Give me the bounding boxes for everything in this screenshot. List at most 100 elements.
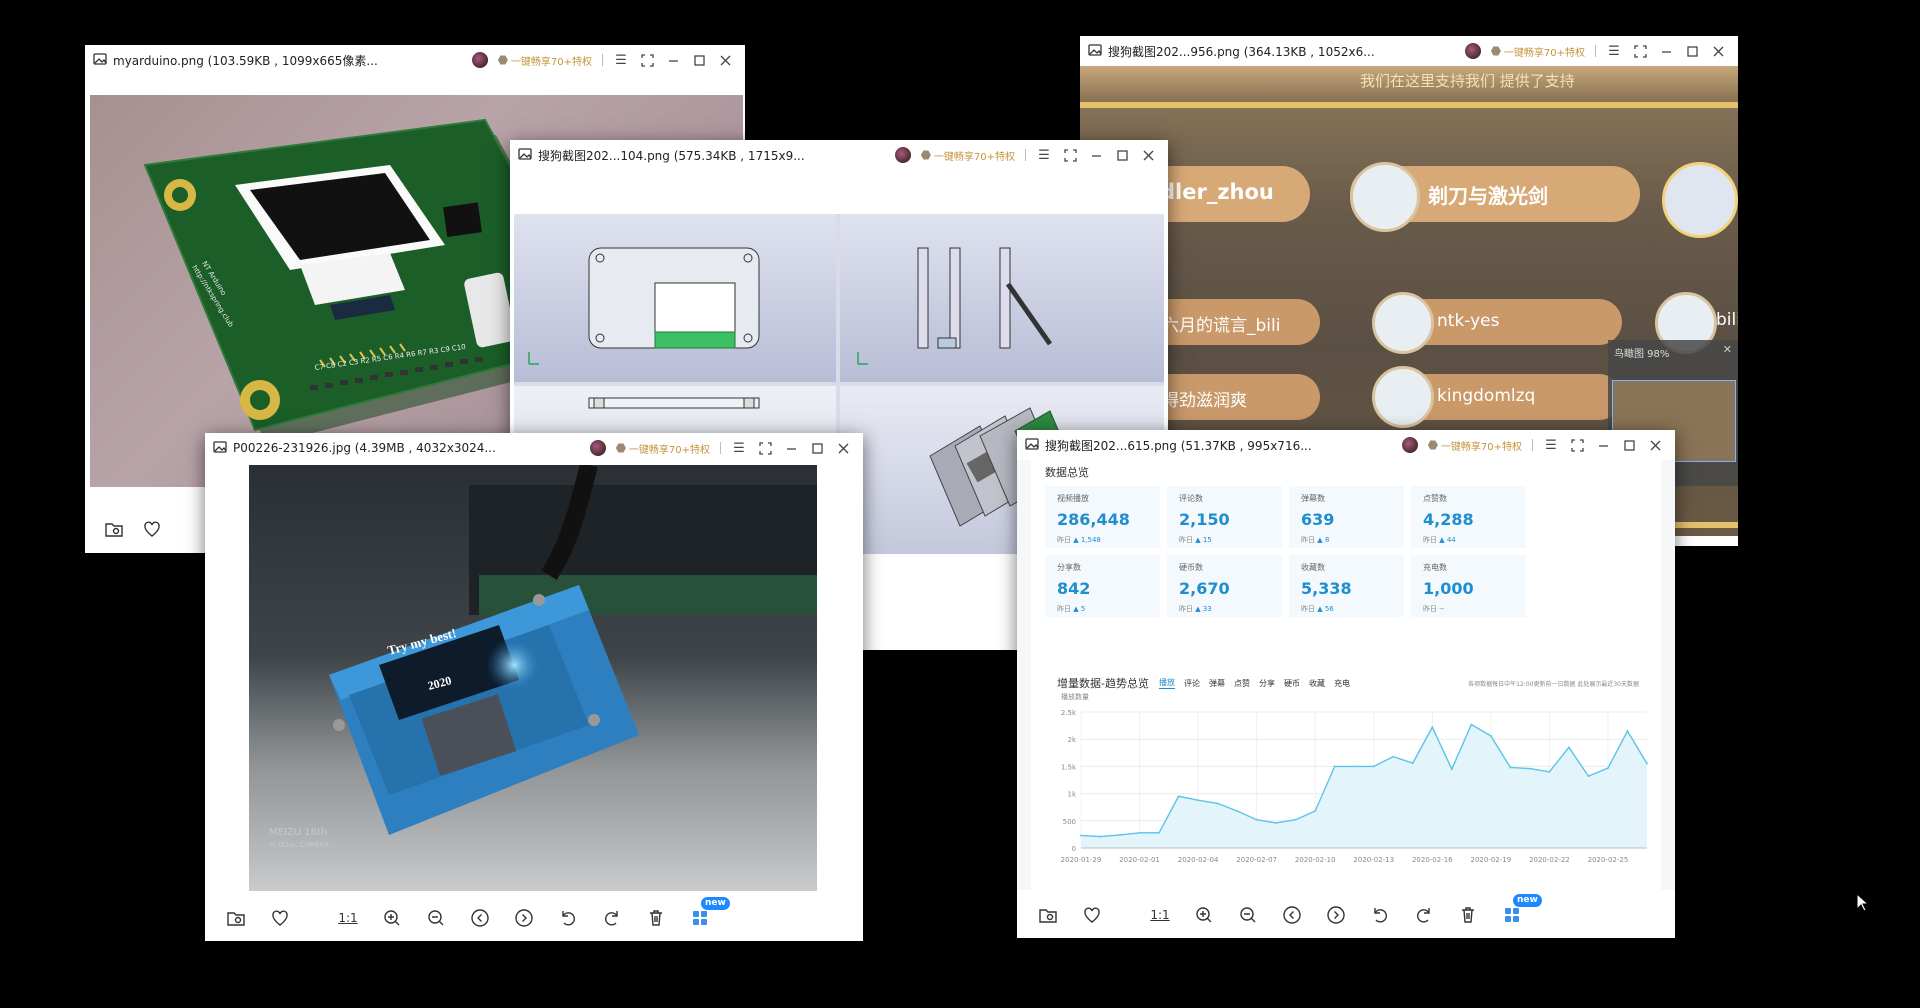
rotate-left-icon[interactable] [1369, 904, 1391, 926]
user-avatar[interactable] [471, 52, 488, 68]
trend-tab[interactable]: 点赞 [1234, 678, 1250, 689]
stat-label: 视频播放 [1057, 494, 1089, 503]
title-bar[interactable]: 搜狗截图202...615.png (51.37KB , 995x716... … [1017, 430, 1675, 460]
menu-icon[interactable]: ☰ [1036, 147, 1052, 163]
data-point [1411, 762, 1414, 765]
trend-tab[interactable]: 弹幕 [1209, 678, 1225, 689]
maximize-icon[interactable] [1621, 437, 1637, 453]
trend-tab[interactable]: 硬币 [1284, 678, 1300, 689]
trend-tab[interactable]: 播放 [1158, 677, 1175, 689]
zoom-out-icon[interactable] [425, 907, 447, 929]
minimize-icon[interactable] [1088, 147, 1104, 163]
actual-size-button[interactable]: 1:1 [337, 907, 359, 929]
minimize-icon[interactable] [1595, 437, 1611, 453]
trend-tab[interactable]: 评论 [1184, 678, 1200, 689]
title-bar[interactable]: 搜狗截图202...104.png (575.34KB , 1715x9... … [510, 140, 1168, 170]
window-title: 搜狗截图202...956.png (364.13KB , 1052x6... [1108, 44, 1375, 59]
minimize-icon[interactable] [1658, 43, 1674, 59]
window-title: 搜狗截图202...615.png (51.37KB , 995x716... [1045, 438, 1312, 453]
fullscreen-icon[interactable] [757, 440, 773, 456]
favorite-heart-icon[interactable] [269, 907, 291, 929]
vip-promo-button[interactable]: 一键畅享70+特权 [1490, 44, 1585, 59]
trend-tab[interactable]: 分享 [1259, 678, 1275, 689]
user-avatar[interactable] [1464, 43, 1481, 59]
next-icon[interactable] [1325, 904, 1347, 926]
menu-icon[interactable]: ☰ [613, 52, 629, 68]
menu-icon[interactable]: ☰ [1543, 437, 1559, 453]
menu-icon[interactable]: ☰ [731, 440, 747, 456]
previous-icon[interactable] [469, 907, 491, 929]
photo-app-icon [1088, 43, 1102, 60]
title-bar[interactable]: P00226-231926.jpg (4.39MB , 4032x3024...… [205, 433, 863, 463]
vip-promo-button[interactable]: 一键畅享70+特权 [497, 53, 592, 68]
fullscreen-icon[interactable] [1632, 43, 1648, 59]
fullscreen-icon[interactable] [1062, 147, 1078, 163]
stat-delta: ▲ 8 [1317, 536, 1330, 544]
trend-tab[interactable]: 充电 [1334, 678, 1350, 689]
user-avatar[interactable] [589, 440, 606, 456]
vip-promo-button[interactable]: 一键畅享70+特权 [1427, 438, 1522, 453]
user-avatar[interactable] [894, 147, 911, 163]
open-folder-icon[interactable] [103, 518, 125, 540]
data-point [1275, 822, 1278, 824]
apps-icon[interactable]: new [689, 897, 730, 929]
viewer-window-dashboard[interactable]: 搜狗截图202...615.png (51.37KB , 995x716... … [1017, 430, 1675, 938]
close-icon[interactable] [1710, 43, 1726, 59]
maximize-icon[interactable] [691, 52, 707, 68]
minimize-icon[interactable] [783, 440, 799, 456]
apps-icon[interactable]: new [1501, 894, 1542, 926]
delete-icon[interactable] [645, 907, 667, 929]
maximize-icon[interactable] [1114, 147, 1130, 163]
favorite-heart-icon[interactable] [1081, 904, 1103, 926]
stat-delta: ▲ 33 [1195, 605, 1212, 613]
camera-watermark-1: MEIZU 16th [269, 827, 327, 838]
fullscreen-icon[interactable] [1569, 437, 1585, 453]
viewer-window-photo[interactable]: P00226-231926.jpg (4.39MB , 4032x3024...… [205, 433, 863, 941]
title-bar[interactable]: myarduino.png (103.59KB , 1099x665像素... … [85, 45, 745, 75]
close-icon[interactable] [1647, 437, 1663, 453]
data-point [1548, 770, 1551, 773]
photo-app-icon [1025, 437, 1039, 454]
delete-icon[interactable] [1457, 904, 1479, 926]
zoom-out-icon[interactable] [1237, 904, 1259, 926]
rotate-right-icon[interactable] [1413, 904, 1435, 926]
close-icon[interactable] [835, 440, 851, 456]
trend-tab[interactable]: 收藏 [1309, 678, 1325, 689]
stat-delta: ▲ 56 [1317, 605, 1334, 613]
maximize-icon[interactable] [1684, 43, 1700, 59]
previous-icon[interactable] [1281, 904, 1303, 926]
user-avatar[interactable] [1401, 437, 1418, 453]
new-badge: new [701, 897, 730, 910]
series-area [1081, 724, 1647, 848]
rotate-right-icon[interactable] [601, 907, 623, 929]
vip-promo-button[interactable]: 一键畅享70+特权 [920, 148, 1015, 163]
menu-icon[interactable]: ☰ [1606, 43, 1622, 59]
open-folder-icon[interactable] [1037, 904, 1059, 926]
actual-size-button[interactable]: 1:1 [1149, 904, 1171, 926]
minimap-close-icon[interactable]: ✕ [1723, 343, 1732, 356]
close-icon[interactable] [1140, 147, 1156, 163]
data-point [1568, 746, 1570, 749]
rotate-left-icon[interactable] [557, 907, 579, 929]
stat-card: 收藏数 5,338 昨日 ▲ 56 [1289, 555, 1404, 617]
mouse-cursor-icon [1856, 893, 1870, 912]
next-icon[interactable] [513, 907, 535, 929]
minimize-icon[interactable] [665, 52, 681, 68]
close-icon[interactable] [717, 52, 733, 68]
title-bar[interactable]: 搜狗截图202...956.png (364.13KB , 1052x6... … [1080, 36, 1738, 66]
data-point [1587, 775, 1590, 778]
zoom-in-icon[interactable] [1193, 904, 1215, 926]
maximize-icon[interactable] [809, 440, 825, 456]
zoom-in-icon[interactable] [381, 907, 403, 929]
stats-grid: 视频播放 286,448 昨日 ▲ 1,548 评论数 2,150 昨日 ▲ 15 弹幕数 6… [1045, 486, 1533, 617]
data-point [1450, 768, 1453, 771]
window-title: P00226-231926.jpg (4.39MB , 4032x3024... [233, 441, 496, 455]
favorite-heart-icon[interactable] [141, 518, 163, 540]
trend-chart[interactable]: 0 500 1k 1.5k 2k 2.5k 2020-01-29 2020-02-01 2020… [1041, 704, 1661, 874]
stat-card: 充电数 1,000 昨日 -- [1411, 555, 1526, 617]
fullscreen-icon[interactable] [639, 52, 655, 68]
open-folder-icon[interactable] [225, 907, 247, 929]
vip-promo-button[interactable]: 一键畅享70+特权 [615, 441, 710, 456]
data-point [1099, 835, 1102, 838]
trend-header: 增量数据-趋势总览 播放 评论 弹幕 点赞 分享 硬币 收藏 充电 各项数据每日中午12:00… [1057, 675, 1639, 691]
